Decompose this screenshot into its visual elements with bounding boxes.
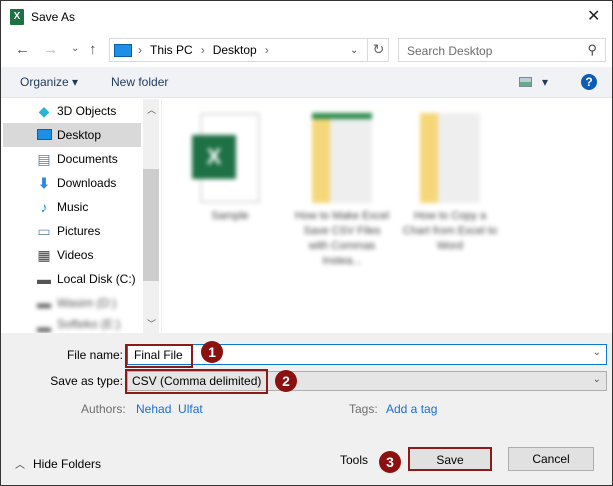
close-button[interactable]: ✕ <box>587 6 600 26</box>
scroll-down-icon[interactable]: ﹀ <box>147 317 156 330</box>
pictures-icon: ▭ <box>37 223 51 239</box>
scroll-up-icon[interactable]: ︿ <box>147 103 156 116</box>
chevron-right-icon: › <box>200 43 205 57</box>
breadcrumb-desktop[interactable]: Desktop <box>213 43 257 57</box>
folder-icon <box>312 113 372 203</box>
file-list: X Sample How to Make Excel Save CSV File… <box>161 99 612 333</box>
step-badge-1: 1 <box>201 341 223 363</box>
authors-label: Authors: <box>81 402 126 416</box>
toolbar: Organize ▾ New folder ▾ ? <box>1 67 612 98</box>
highlight-box-save-type <box>125 369 268 394</box>
highlight-box-file-name <box>125 344 193 368</box>
sidebar-item-3d-objects[interactable]: ◆ 3D Objects <box>3 99 141 123</box>
chevron-right-icon: › <box>138 43 142 57</box>
scrollbar-thumb[interactable] <box>143 169 159 281</box>
cancel-button[interactable]: Cancel <box>508 447 594 471</box>
save-button[interactable]: Save <box>408 447 492 471</box>
search-input[interactable]: Search Desktop ⚲ <box>398 38 606 62</box>
drive-icon: ▬ <box>37 319 51 333</box>
file-name-input[interactable]: Final File ⌄ <box>127 344 607 365</box>
breadcrumb-this-pc[interactable]: This PC <box>150 43 193 57</box>
desktop-icon <box>36 127 52 143</box>
back-button[interactable]: ← <box>15 41 30 58</box>
sidebar-item-downloads[interactable]: ⬇ Downloads <box>3 171 141 195</box>
sidebar-item-pictures[interactable]: ▭ Pictures <box>3 219 141 243</box>
view-icon[interactable] <box>519 77 532 87</box>
file-item[interactable]: X Sample <box>182 113 278 224</box>
file-name-label: File name: <box>66 348 123 362</box>
folder-item[interactable]: How to Make Excel Save CSV Files with Co… <box>294 113 390 269</box>
sidebar-item-music[interactable]: ♪ Music <box>3 195 141 219</box>
help-button[interactable]: ? <box>581 74 597 90</box>
excel-file-icon: X <box>192 113 260 203</box>
up-button[interactable]: ↑ <box>89 41 97 58</box>
forward-button[interactable]: → <box>43 41 58 58</box>
chevron-down-icon[interactable]: ⌄ <box>593 374 601 385</box>
step-badge-3: 3 <box>379 451 401 473</box>
drive-icon: ▬ <box>37 271 51 287</box>
step-badge-2: 2 <box>275 370 297 392</box>
this-pc-icon <box>114 43 132 57</box>
authors-value[interactable]: Nehad Ulfat <box>136 402 203 416</box>
address-dropdown-icon[interactable]: ⌄ <box>350 45 358 56</box>
drive-icon: ▬ <box>37 295 51 311</box>
search-icon: ⚲ <box>587 42 597 57</box>
refresh-button[interactable]: ↻ <box>367 38 389 62</box>
recent-locations-button[interactable]: ⌄ <box>71 43 79 54</box>
tools-menu[interactable]: Tools <box>340 453 368 467</box>
organize-button[interactable]: Organize ▾ <box>20 75 78 89</box>
save-as-dialog: X Save As ✕ ← → ⌄ ↑ › This PC › Desktop … <box>0 0 613 486</box>
excel-icon: X <box>10 9 24 25</box>
folder-item[interactable]: How to Copy a Chart from Excel to Word <box>402 113 498 254</box>
view-dropdown-icon[interactable]: ▾ <box>542 75 548 89</box>
sidebar-item-documents[interactable]: ▤ Documents <box>3 147 141 171</box>
new-folder-button[interactable]: New folder <box>111 75 168 89</box>
cube-icon: ◆ <box>38 103 50 119</box>
address-bar[interactable]: › This PC › Desktop › ⌄ ↻ <box>109 38 389 62</box>
documents-icon: ▤ <box>37 151 51 167</box>
sidebar-item-videos[interactable]: ▦ Videos <box>3 243 141 267</box>
chevron-right-icon: › <box>264 43 269 57</box>
chevron-down-icon[interactable]: ⌄ <box>593 347 601 358</box>
videos-icon: ▦ <box>37 247 51 263</box>
sidebar-item-drive-e[interactable]: ▬ Softeko (E:) <box>3 315 141 333</box>
hide-folders-button[interactable]: Hide Folders <box>33 457 101 471</box>
add-tag-link[interactable]: Add a tag <box>386 402 437 416</box>
chevron-up-icon[interactable]: ︿ <box>15 456 25 471</box>
navigation-pane: ◆ 3D Objects Desktop ▤ Documents ⬇ Download… <box>1 99 143 333</box>
sidebar-scrollbar[interactable]: ︿ ﹀ <box>143 99 159 333</box>
search-placeholder: Search Desktop <box>407 44 493 58</box>
folder-icon <box>420 113 480 203</box>
tags-label: Tags: <box>349 402 378 416</box>
sidebar-item-local-disk-c[interactable]: ▬ Local Disk (C:) <box>3 267 141 291</box>
music-icon: ♪ <box>40 199 48 215</box>
sidebar-item-drive-d[interactable]: ▬ Wasim (D:) <box>3 291 141 315</box>
dialog-title: Save As <box>31 10 76 24</box>
save-options-panel: File name: Final File ⌄ 1 Save as type: … <box>1 333 612 485</box>
download-icon: ⬇ <box>38 175 50 191</box>
save-as-type-label: Save as type: <box>50 374 123 388</box>
sidebar-item-desktop[interactable]: Desktop <box>3 123 141 147</box>
title-bar: X Save As ✕ <box>1 1 612 34</box>
